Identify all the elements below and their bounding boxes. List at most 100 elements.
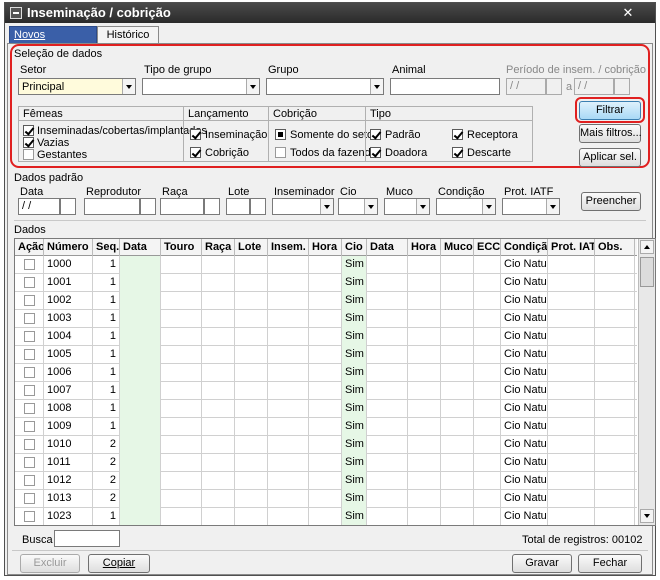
grid-cell[interactable] bbox=[441, 256, 474, 274]
grid-cell[interactable] bbox=[367, 418, 408, 436]
grid-cell[interactable] bbox=[202, 454, 235, 472]
grid-cell[interactable] bbox=[268, 418, 309, 436]
cell-cio[interactable]: Sim bbox=[342, 472, 367, 490]
grid-cell[interactable] bbox=[309, 346, 342, 364]
grid-cell[interactable] bbox=[595, 346, 635, 364]
row-action-cell[interactable] bbox=[15, 256, 44, 274]
grid-cell[interactable] bbox=[309, 400, 342, 418]
grid-cell[interactable] bbox=[202, 274, 235, 292]
cell-numero[interactable]: 1012 bbox=[44, 472, 93, 490]
grid-cell[interactable] bbox=[161, 328, 202, 346]
cell-condicao[interactable]: Cio Natural bbox=[501, 346, 548, 364]
grid-cell[interactable] bbox=[268, 382, 309, 400]
table-row[interactable]: 10001 Sim Cio Natural bbox=[15, 256, 637, 274]
grid-cell[interactable] bbox=[441, 364, 474, 382]
cell-condicao[interactable]: Cio Natural bbox=[501, 400, 548, 418]
grid-cell[interactable] bbox=[309, 310, 342, 328]
grid-cell[interactable] bbox=[268, 490, 309, 508]
grid-cell[interactable] bbox=[235, 382, 268, 400]
row-select-checkbox[interactable] bbox=[24, 457, 35, 468]
cell-numero[interactable]: 1006 bbox=[44, 364, 93, 382]
cobricao-somente-setor-checkbox[interactable] bbox=[275, 129, 286, 140]
scroll-up-icon[interactable] bbox=[640, 240, 654, 254]
cell-seq[interactable]: 2 bbox=[93, 454, 120, 472]
cell-seq[interactable]: 1 bbox=[93, 256, 120, 274]
grid-cell[interactable] bbox=[441, 274, 474, 292]
grid-cell[interactable] bbox=[309, 292, 342, 310]
cell-seq[interactable]: 1 bbox=[93, 292, 120, 310]
grid-cell[interactable] bbox=[441, 418, 474, 436]
grid-cell[interactable] bbox=[120, 454, 161, 472]
grid-cell[interactable] bbox=[367, 328, 408, 346]
tipo-grupo-select[interactable] bbox=[142, 78, 260, 95]
cell-numero[interactable]: 1000 bbox=[44, 256, 93, 274]
grid-cell[interactable] bbox=[408, 364, 441, 382]
grid-cell[interactable] bbox=[474, 400, 501, 418]
grid-cell[interactable] bbox=[548, 310, 595, 328]
grid-cell[interactable] bbox=[161, 418, 202, 436]
cell-numero[interactable]: 1001 bbox=[44, 274, 93, 292]
row-action-cell[interactable] bbox=[15, 490, 44, 508]
cell-numero[interactable]: 1009 bbox=[44, 418, 93, 436]
grid-cell[interactable] bbox=[595, 310, 635, 328]
grid-column-header[interactable]: ECC bbox=[474, 239, 501, 256]
mais-filtros-button[interactable]: Mais filtros... bbox=[579, 124, 642, 143]
row-select-checkbox[interactable] bbox=[24, 439, 35, 450]
grid-cell[interactable] bbox=[408, 346, 441, 364]
grid-cell[interactable] bbox=[120, 346, 161, 364]
grid-cell[interactable] bbox=[268, 436, 309, 454]
row-action-cell[interactable] bbox=[15, 454, 44, 472]
cell-seq[interactable]: 2 bbox=[93, 490, 120, 508]
row-select-checkbox[interactable] bbox=[24, 349, 35, 360]
table-row[interactable]: 10081 Sim Cio Natural bbox=[15, 400, 637, 418]
dropdown-arrow-icon[interactable] bbox=[482, 199, 495, 214]
grid-column-header[interactable]: Condição bbox=[501, 239, 548, 256]
grid-column-header[interactable]: Data bbox=[120, 239, 161, 256]
grid-cell[interactable] bbox=[161, 310, 202, 328]
padrao-condicao-select[interactable] bbox=[436, 198, 496, 215]
cell-numero[interactable]: 1003 bbox=[44, 310, 93, 328]
lancamento-cobricao-checkbox[interactable] bbox=[190, 147, 201, 158]
grid-cell[interactable] bbox=[235, 346, 268, 364]
grid-cell[interactable] bbox=[120, 310, 161, 328]
cell-condicao[interactable]: Cio Natural bbox=[501, 490, 548, 508]
grid-cell[interactable] bbox=[268, 328, 309, 346]
grid-cell[interactable] bbox=[595, 436, 635, 454]
cell-condicao[interactable]: Cio Natural bbox=[501, 256, 548, 274]
padrao-prot-iatf-select[interactable] bbox=[502, 198, 560, 215]
grid-cell[interactable] bbox=[309, 508, 342, 525]
grid-cell[interactable] bbox=[268, 256, 309, 274]
grid-cell[interactable] bbox=[595, 508, 635, 525]
table-row[interactable]: 10051 Sim Cio Natural bbox=[15, 346, 637, 364]
grid-cell[interactable] bbox=[367, 346, 408, 364]
grid-cell[interactable] bbox=[408, 436, 441, 454]
grid-cell[interactable] bbox=[441, 346, 474, 364]
dropdown-arrow-icon[interactable] bbox=[246, 79, 259, 94]
grid-cell[interactable] bbox=[408, 490, 441, 508]
grid-cell[interactable] bbox=[474, 454, 501, 472]
grid-cell[interactable] bbox=[441, 472, 474, 490]
grid-cell[interactable] bbox=[309, 472, 342, 490]
grid-cell[interactable] bbox=[202, 292, 235, 310]
row-action-cell[interactable] bbox=[15, 436, 44, 454]
grid-cell[interactable] bbox=[367, 310, 408, 328]
lancamento-inseminacao-checkbox[interactable] bbox=[190, 129, 201, 140]
grid-cell[interactable] bbox=[268, 310, 309, 328]
grid-cell[interactable] bbox=[441, 454, 474, 472]
gravar-button[interactable]: Gravar bbox=[512, 554, 572, 573]
row-action-cell[interactable] bbox=[15, 292, 44, 310]
grid-cell[interactable] bbox=[408, 310, 441, 328]
grid-cell[interactable] bbox=[367, 454, 408, 472]
grid-column-header[interactable]: Lote bbox=[235, 239, 268, 256]
window-menu-icon[interactable] bbox=[10, 7, 22, 19]
row-select-checkbox[interactable] bbox=[24, 475, 35, 486]
table-row[interactable]: 10231 Sim Cio Natural bbox=[15, 508, 637, 525]
grid-cell[interactable] bbox=[268, 346, 309, 364]
cell-seq[interactable]: 1 bbox=[93, 508, 120, 525]
grid-cell[interactable] bbox=[161, 364, 202, 382]
grid-column-header[interactable]: Insem. bbox=[268, 239, 309, 256]
grid-cell[interactable] bbox=[202, 490, 235, 508]
grid-cell[interactable] bbox=[595, 292, 635, 310]
grid-cell[interactable] bbox=[441, 328, 474, 346]
grid-cell[interactable] bbox=[161, 256, 202, 274]
